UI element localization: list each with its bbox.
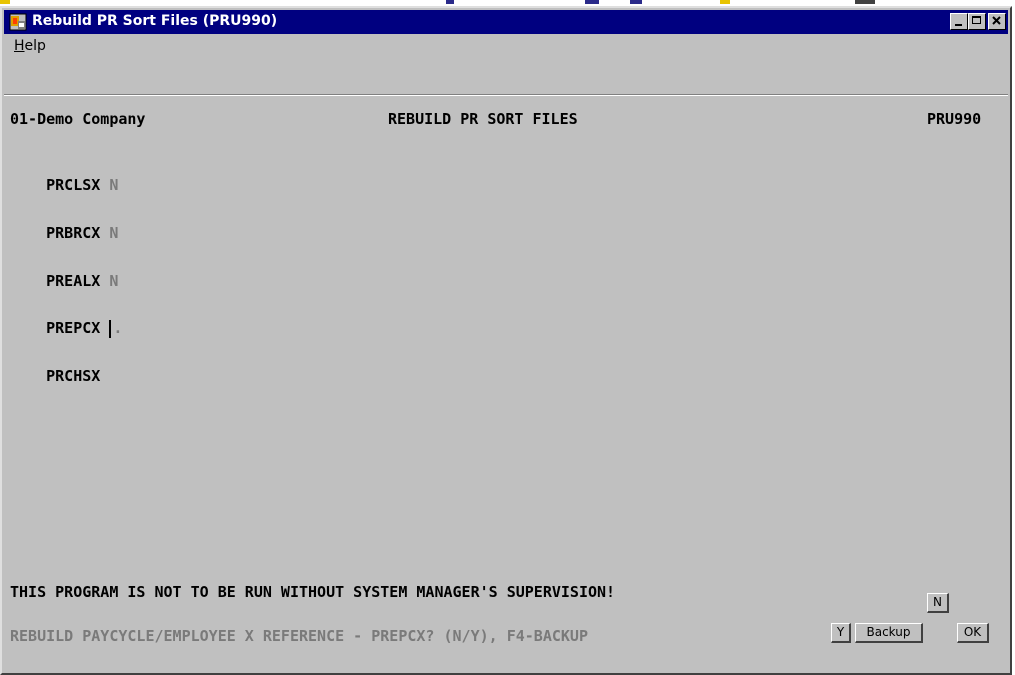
maximize-button[interactable] bbox=[968, 13, 986, 30]
warning-message: THIS PROGRAM IS NOT TO BE RUN WITHOUT SY… bbox=[10, 583, 616, 601]
title-bar[interactable]: Rebuild PR Sort Files (PRU990) bbox=[4, 10, 1008, 34]
backup-button[interactable]: Backup bbox=[855, 623, 923, 643]
menu-help[interactable]: Help bbox=[14, 38, 46, 54]
yes-button[interactable]: Y bbox=[831, 623, 851, 643]
program-code: PRU990 bbox=[927, 110, 982, 128]
ok-button[interactable]: OK bbox=[957, 623, 989, 643]
field-label: PRCHSX bbox=[46, 367, 101, 385]
minimize-button[interactable] bbox=[950, 13, 968, 30]
no-button[interactable]: N bbox=[927, 593, 949, 613]
close-button[interactable] bbox=[988, 13, 1006, 30]
field-label: PRBRCX bbox=[46, 224, 101, 242]
screen-title: REBUILD PR SORT FILES bbox=[388, 110, 578, 128]
menu-separator bbox=[4, 94, 1008, 96]
field-row: PRCHSX bbox=[10, 349, 109, 403]
text-cursor bbox=[109, 319, 112, 338]
prompt-message: REBUILD PAYCYCLE/EMPLOYEE X REFERENCE - … bbox=[10, 627, 588, 645]
menu-help-mnemonic: H bbox=[14, 38, 25, 54]
field-row: PREALX N bbox=[10, 254, 118, 308]
field-value[interactable]: N bbox=[109, 224, 118, 242]
field-value[interactable]: N bbox=[109, 176, 118, 194]
window-title: Rebuild PR Sort Files (PRU990) bbox=[32, 13, 278, 29]
field-value[interactable]: N bbox=[109, 272, 118, 290]
field-label: PREALX bbox=[46, 272, 101, 290]
menu-help-rest: elp bbox=[24, 38, 46, 54]
company-name: 01-Demo Company bbox=[10, 110, 146, 128]
minimize-icon bbox=[955, 24, 962, 26]
field-row-active: PREPCX . bbox=[10, 301, 122, 356]
field-label: PRCLSX bbox=[46, 176, 101, 194]
field-row: PRBRCX N bbox=[10, 206, 118, 260]
app-window: Rebuild PR Sort Files (PRU990) Help 01-D… bbox=[0, 6, 1012, 675]
field-input[interactable]: . bbox=[113, 319, 122, 337]
window-controls bbox=[950, 13, 1006, 30]
field-label: PREPCX bbox=[46, 319, 101, 337]
field-row: PRCLSX N bbox=[10, 158, 118, 212]
close-icon bbox=[992, 16, 1001, 25]
app-icon bbox=[9, 13, 27, 31]
maximize-icon bbox=[972, 16, 981, 24]
menu-bar: Help bbox=[4, 36, 1008, 58]
